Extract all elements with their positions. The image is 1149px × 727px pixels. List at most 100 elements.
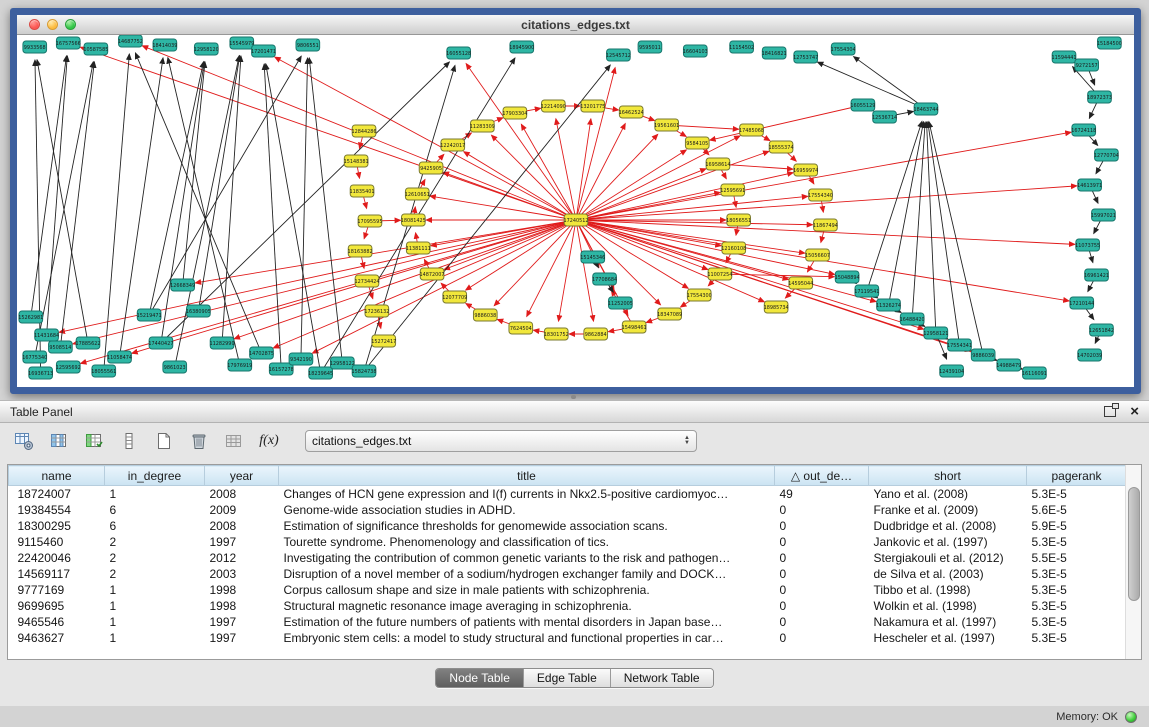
graph-node[interactable]: 9425905 (419, 162, 443, 174)
table-cell[interactable]: 1 (105, 598, 205, 614)
graph-node[interactable]: 12668349 (170, 279, 195, 291)
graph-node[interactable]: 12958120 (194, 43, 219, 55)
graph-node[interactable]: 9342190 (289, 353, 313, 365)
tab-node-table[interactable]: Node Table (436, 669, 524, 687)
table-cell[interactable]: Disruption of a novel member of a sodium… (279, 566, 775, 582)
graph-node[interactable]: 16757566 (56, 37, 81, 49)
graph-edge[interactable] (80, 47, 576, 220)
column-header-name[interactable]: name (9, 466, 105, 486)
column-header-year[interactable]: year (205, 466, 279, 486)
table-row[interactable]: 1830029562008Estimation of significance … (9, 518, 1127, 534)
graph-node[interactable]: 18416821 (762, 47, 787, 59)
graph-edge[interactable] (710, 105, 863, 140)
graph-node[interactable]: 13201775 (580, 100, 605, 112)
table-cell[interactable]: Yano et al. (2008) (869, 486, 1027, 502)
graph-node[interactable]: 12536714 (872, 111, 897, 123)
table-cell[interactable]: 1998 (205, 598, 279, 614)
graph-node[interactable]: 12651842 (1089, 324, 1114, 336)
graph-node[interactable]: 9933568 (23, 41, 47, 53)
table-cell[interactable]: 5.5E-5 (1027, 550, 1127, 566)
table-cell[interactable]: 6 (105, 502, 205, 518)
graph-edge[interactable] (927, 122, 936, 333)
table-cell[interactable]: 9463627 (9, 630, 105, 646)
graph-node[interactable]: 9886039 (971, 349, 995, 361)
graph-edge[interactable] (576, 136, 740, 220)
graph-edge[interactable] (576, 132, 1071, 220)
table-cell[interactable]: 1998 (205, 582, 279, 598)
graph-edge[interactable] (889, 122, 924, 305)
column-header-short[interactable]: short (869, 466, 1027, 486)
tab-network-table[interactable]: Network Table (611, 669, 713, 687)
table-cell[interactable]: 5.3E-5 (1027, 534, 1127, 550)
graph-node[interactable]: 16488420 (900, 313, 925, 325)
table-row[interactable]: 911546021997Tourette syndrome. Phenomeno… (9, 534, 1127, 550)
table-cell[interactable]: 1997 (205, 534, 279, 550)
table-cell[interactable]: 5.6E-5 (1027, 502, 1127, 518)
graph-node[interactable]: 18985734 (764, 301, 789, 313)
graph-node[interactable]: 11252005 (608, 297, 633, 309)
row-options-button[interactable] (116, 428, 142, 454)
graph-node[interactable]: 17095595 (357, 215, 382, 227)
table-cell[interactable]: 5.3E-5 (1027, 486, 1127, 502)
table-cell[interactable]: 1 (105, 630, 205, 646)
graph-node[interactable]: 9862884 (584, 328, 608, 340)
table-cell[interactable]: Changes of HCN gene expression and I(f) … (279, 486, 775, 502)
graph-edge[interactable] (234, 220, 576, 339)
graph-edge[interactable] (556, 119, 576, 220)
table-row[interactable]: 946554611997Estimation of the future num… (9, 614, 1127, 630)
graph-edge[interactable] (264, 64, 281, 369)
table-cell[interactable]: Hescheler et al. (1997) (869, 630, 1027, 646)
close-window-button[interactable] (29, 19, 40, 30)
graph-edge[interactable] (35, 60, 41, 373)
graph-node[interactable]: 17885622 (75, 337, 100, 349)
graph-node[interactable]: 16936713 (28, 367, 53, 379)
table-cell[interactable]: 18724007 (9, 486, 105, 502)
network-view-canvas[interactable]: 1724051218056551121601081100725417554300… (17, 35, 1134, 387)
column-header-out_de[interactable]: △ out_de… (775, 466, 869, 486)
graph-edge[interactable] (47, 56, 68, 335)
table-cell[interactable]: 14569117 (9, 566, 105, 582)
table-cell[interactable]: 2 (105, 550, 205, 566)
graph-node[interactable]: 16055129 (850, 99, 875, 111)
graph-node[interactable]: 18945900 (509, 41, 534, 53)
graph-node[interactable]: 14613971 (1077, 179, 1102, 191)
table-cell[interactable]: 0 (775, 598, 869, 614)
table-cell[interactable]: 2008 (205, 486, 279, 502)
table-cell[interactable]: 0 (775, 534, 869, 550)
table-cell[interactable]: Embryonic stem cells: a model to study s… (279, 630, 775, 646)
graph-node[interactable]: 17119541 (854, 285, 879, 297)
table-cell[interactable]: 5.3E-5 (1027, 614, 1127, 630)
table-cell[interactable]: 19384554 (9, 502, 105, 518)
graph-node[interactable]: 16958614 (705, 158, 730, 170)
graph-node[interactable]: 17485068 (739, 124, 764, 136)
graph-edge[interactable] (466, 64, 576, 220)
graph-node[interactable]: 14988479 (996, 359, 1021, 371)
table-cell[interactable]: 0 (775, 566, 869, 582)
graph-node[interactable]: 15219471 (137, 309, 162, 321)
graph-node[interactable]: 18972373 (1087, 91, 1112, 103)
table-cell[interactable]: 1 (105, 582, 205, 598)
delete-table-button[interactable] (186, 428, 212, 454)
graph-edge[interactable] (149, 56, 301, 315)
graph-node[interactable]: 15048894 (835, 271, 860, 283)
table-cell[interactable]: 5.3E-5 (1027, 598, 1127, 614)
table-mode-button[interactable] (11, 428, 37, 454)
network-window-titlebar[interactable]: citations_edges.txt (17, 15, 1134, 35)
float-panel-icon[interactable] (1104, 406, 1116, 417)
graph-node[interactable]: 16380905 (186, 305, 211, 317)
zoom-window-button[interactable] (65, 19, 76, 30)
close-panel-icon[interactable]: × (1130, 405, 1139, 419)
table-cell[interactable]: Franke et al. (2009) (869, 502, 1027, 518)
graph-node[interactable]: 17554341 (947, 339, 972, 351)
graph-node[interactable]: 18081425 (401, 214, 426, 226)
splitter-grip-icon[interactable] (571, 395, 576, 399)
graph-node[interactable]: 12734424 (354, 275, 379, 287)
graph-node[interactable]: 15262981 (18, 311, 43, 323)
graph-node[interactable]: 11867494 (813, 219, 838, 231)
table-cell[interactable]: Tibbo et al. (1998) (869, 582, 1027, 598)
graph-node[interactable]: 12595692 (56, 361, 81, 373)
table-cell[interactable]: 0 (775, 502, 869, 518)
graph-node[interactable]: 17236132 (364, 305, 389, 317)
graph-node[interactable]: 11381111 (406, 242, 431, 254)
graph-node[interactable]: 17210144 (1069, 297, 1094, 309)
